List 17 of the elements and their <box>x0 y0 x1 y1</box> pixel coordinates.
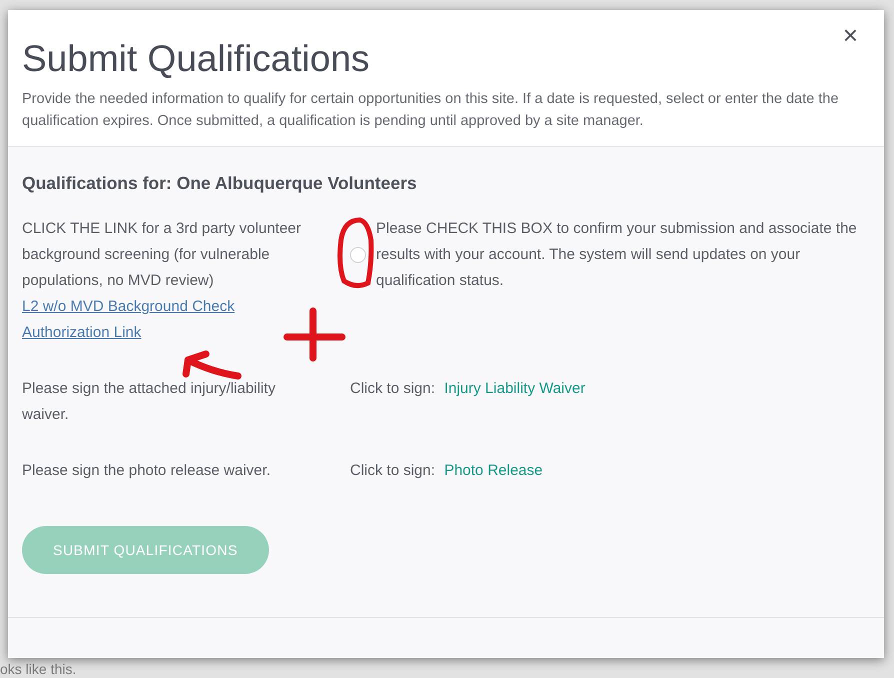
section-title: Qualifications for: One Albuquerque Volunteers <box>22 173 418 194</box>
sign-prompt: Click to sign: <box>350 462 436 479</box>
qualification-instruction: Please sign the photo release waiver. <box>22 461 270 481</box>
close-button[interactable]: × <box>838 20 862 51</box>
waiver-link[interactable]: Injury Liability Waiver <box>444 380 586 397</box>
modal-description: Provide the needed information to qualify for certain opportunities on this site. If a date is requested, select or enter the date the qualification expires. Once submitted, a qualification is pending until approved by a site manager. <box>22 90 840 131</box>
annotation-plus <box>284 308 346 362</box>
sign-prompt: Click to sign: <box>350 380 436 397</box>
qualification-instruction: CLICK THE LINK for a 3rd party volunteer background screening (for vulnerable populations, no MVD review) <box>22 219 302 291</box>
modal-title: Submit Qualifications <box>22 38 371 80</box>
annotation-arrow <box>182 350 242 380</box>
authorization-link[interactable]: L2 w/o MVD Background Check Authorization Link <box>22 294 302 346</box>
background-text: oks like this. <box>0 661 76 677</box>
confirm-text: Please CHECK THIS BOX to confirm your submission and associate the results with your account. The system will send updates on your qualification status. <box>376 219 858 291</box>
qualification-instruction: Please sign the attached injury/liability waiver. <box>22 379 276 425</box>
confirm-radio[interactable] <box>350 247 366 263</box>
waiver-link[interactable]: Photo Release <box>444 462 543 479</box>
